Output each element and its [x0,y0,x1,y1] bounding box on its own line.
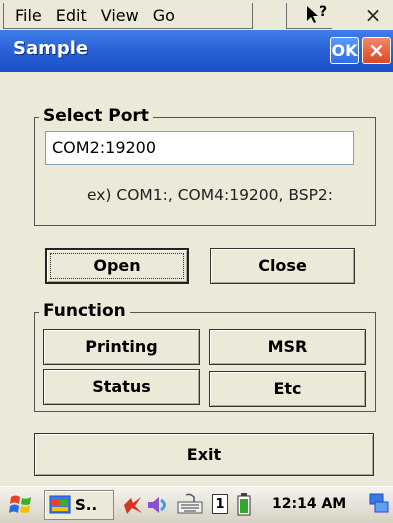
ok-button[interactable]: OK [330,37,359,64]
exit-button[interactable]: Exit [34,433,374,476]
etc-button[interactable]: Etc [209,371,366,407]
battery-icon[interactable] [236,492,252,516]
task-button-label: S.. [75,496,98,514]
menu-view[interactable]: View [101,6,139,25]
close-button-label: Close [258,256,307,275]
select-port-legend: Select Port [39,106,153,126]
menu-bar: File Edit View Go ? × [0,0,393,31]
close-window-button[interactable]: × [362,37,391,64]
connectivity-icon[interactable] [122,494,144,516]
show-desktop-icon[interactable] [368,492,390,516]
menu-close-button[interactable]: × [358,3,388,28]
msr-button[interactable]: MSR [209,329,366,365]
menu-go[interactable]: Go [153,6,175,25]
clock[interactable]: 12:14 AM [272,496,346,512]
sound-icon[interactable] [146,494,170,516]
taskbar: S.. 1 12:14 AM [0,486,393,523]
port-hint: ex) COM1:, COM4:19200, BSP2: [86,186,334,204]
window-titlebar: Sample OK × [0,30,393,72]
app-window-icon [49,495,71,514]
port-input[interactable]: COM2:19200 [45,131,354,165]
close-button[interactable]: Close [210,248,355,284]
task-button-sample[interactable]: S.. [44,490,114,520]
open-button-label: Open [93,256,141,275]
menu-edit[interactable]: Edit [56,6,87,25]
help-pointer-icon[interactable]: ? [305,4,331,26]
keyboard-icon[interactable] [176,493,204,515]
open-button[interactable]: Open [45,248,189,284]
tray-indicator[interactable]: 1 [212,494,228,514]
menu-file[interactable]: File [15,6,42,25]
menu-group: File Edit View Go [3,3,253,29]
status-button[interactable]: Status [43,369,200,405]
svg-text:?: ? [319,4,327,20]
windows-flag-icon[interactable] [6,490,36,520]
function-legend: Function [39,301,130,321]
printing-button[interactable]: Printing [43,329,200,365]
window-title: Sample [13,38,89,59]
